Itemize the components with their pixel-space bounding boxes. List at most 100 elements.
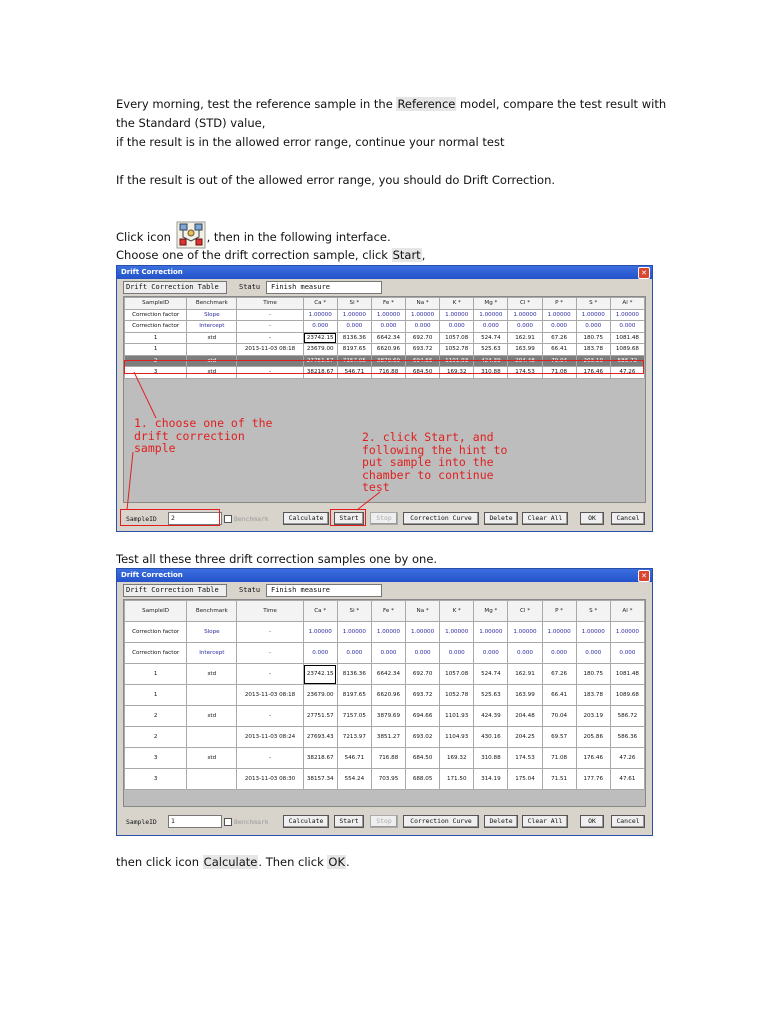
table-cell: 310.88 xyxy=(473,747,509,769)
column-header[interactable]: P * xyxy=(541,600,577,622)
table-cell: 694.66 xyxy=(405,705,441,727)
status-label: Statu xyxy=(239,586,261,594)
calculate-highlight: Calculate xyxy=(202,855,259,869)
table-cell: - xyxy=(236,642,304,664)
table-cell: 169.32 xyxy=(439,747,475,769)
table-cell: 203.19 xyxy=(575,705,611,727)
column-header[interactable]: Mg * xyxy=(473,600,509,622)
correction-curve-button[interactable]: Correction Curve xyxy=(403,815,479,828)
table-cell: 0.000 xyxy=(507,642,543,664)
calculate-button[interactable]: Calculate xyxy=(283,815,329,828)
table-cell xyxy=(186,684,238,706)
table-cell: 3851.27 xyxy=(370,726,407,748)
table-cell: 204.25 xyxy=(507,726,543,748)
table-cell: 0.000 xyxy=(575,642,611,664)
table-cell: 1089.68 xyxy=(609,684,646,706)
column-header[interactable]: Al * xyxy=(609,600,646,622)
benchmark-checkbox[interactable] xyxy=(224,818,232,826)
table-cell: Correction factor xyxy=(123,621,188,643)
table-cell: 205.86 xyxy=(575,726,611,748)
stop-button[interactable]: Stop xyxy=(370,815,398,828)
column-header[interactable]: Si * xyxy=(336,600,372,622)
table-cell: 23742.15 xyxy=(302,663,338,685)
table-cell: 1.00000 xyxy=(405,621,441,643)
column-header[interactable]: Cl * xyxy=(507,600,543,622)
table-cell: 2 xyxy=(123,705,188,727)
table-cell: - xyxy=(236,663,304,685)
table-cell: 0.000 xyxy=(473,642,509,664)
table-cell: 1.00000 xyxy=(370,621,407,643)
table-cell: 2013-11-03 08:24 xyxy=(236,726,304,748)
table-cell: 0.000 xyxy=(541,642,577,664)
table-cell: 1 xyxy=(123,684,188,706)
table-cell: 180.75 xyxy=(575,663,611,685)
column-header[interactable]: Time xyxy=(236,600,304,622)
annotation-step-1: 1. choose one of the drift correction sa… xyxy=(134,416,273,455)
outro-line: then click icon Calculate. Then click OK… xyxy=(116,855,350,869)
table-cell: 693.72 xyxy=(405,684,441,706)
column-header[interactable]: SampleID xyxy=(123,600,188,622)
table-cell: 8197.65 xyxy=(336,684,372,706)
table-cell: 3 xyxy=(123,747,188,769)
data-grid: SampleID Benchmark Time Ca * Si * Fe * Na * K *… xyxy=(123,599,646,807)
table-cell: Correction factor xyxy=(123,642,188,664)
drift-correction-window-2: Drift Correction ✕ Drift Correction Tabl… xyxy=(116,568,653,836)
table-cell: 47.61 xyxy=(609,768,646,790)
tab-drift-correction-table[interactable]: Drift Correction Table xyxy=(123,584,227,597)
cancel-button[interactable]: Cancel xyxy=(611,815,645,828)
status-value: Finish measure xyxy=(266,584,382,597)
table-cell: 1057.08 xyxy=(439,663,475,685)
clear-all-button[interactable]: Clear All xyxy=(522,815,568,828)
table-cell: 525.63 xyxy=(473,684,509,706)
table-cell: 0.000 xyxy=(336,642,372,664)
column-header[interactable]: S * xyxy=(575,600,611,622)
ok-button[interactable]: OK xyxy=(580,815,604,828)
table-cell: 430.16 xyxy=(473,726,509,748)
table-row[interactable]: Correction factor Slope -1.00000 1.00000 1.0… xyxy=(123,621,646,643)
table-cell: 1104.93 xyxy=(439,726,475,748)
close-icon[interactable]: ✕ xyxy=(638,570,650,582)
table-cell: 1.00000 xyxy=(302,621,338,643)
table-cell: 175.04 xyxy=(507,768,543,790)
benchmark-label: Benchmark xyxy=(234,818,269,826)
table-row[interactable]: 2 2013-11-03 08:24 27693.43 7213.97 3851.27 6… xyxy=(123,726,646,748)
table-cell: std xyxy=(186,705,238,727)
table-row[interactable]: 3 std -38218.67 546.71 716.88 684.50 169.32 310… xyxy=(123,747,646,769)
table-cell: 66.41 xyxy=(541,684,577,706)
sample-id-label: SampleID xyxy=(126,818,157,826)
table-cell: 2 xyxy=(123,726,188,748)
table-cell: 176.46 xyxy=(575,747,611,769)
table-cell: - xyxy=(236,705,304,727)
column-header[interactable]: Na * xyxy=(405,600,441,622)
table-cell: 6642.34 xyxy=(370,663,407,685)
table-row[interactable]: 1 2013-11-03 08:18 23679.00 8197.65 6620.96 6… xyxy=(123,684,646,706)
table-cell: 1.00000 xyxy=(336,621,372,643)
table-cell: 70.04 xyxy=(541,705,577,727)
table-cell: 3879.69 xyxy=(370,705,407,727)
table-row[interactable]: Correction factor Intercept -0.000 0.000 0.0… xyxy=(123,642,646,664)
table-cell: 2013-11-03 08:18 xyxy=(236,684,304,706)
table-row[interactable]: 3 2013-11-03 08:30 38157.34 554.24 703.95 688… xyxy=(123,768,646,790)
column-header[interactable]: Benchmark xyxy=(186,600,238,622)
table-row[interactable]: 1 std -23742.15 8136.36 6642.34 692.70 1057.08… xyxy=(123,663,646,685)
start-button[interactable]: Start xyxy=(334,815,364,828)
sample-id-input[interactable]: 1 xyxy=(168,815,222,828)
table-cell: 69.57 xyxy=(541,726,577,748)
column-header[interactable]: Fe * xyxy=(370,600,407,622)
table-cell: 47.26 xyxy=(609,747,646,769)
table-cell: 1.00000 xyxy=(473,621,509,643)
table-header-row: SampleID Benchmark Time Ca * Si * Fe * Na * K *… xyxy=(123,600,646,622)
table-cell: 204.48 xyxy=(507,705,543,727)
column-header[interactable]: Ca * xyxy=(302,600,338,622)
table-cell: 586.36 xyxy=(609,726,646,748)
table-cell: 71.51 xyxy=(541,768,577,790)
table-cell: 1.00000 xyxy=(575,621,611,643)
table-cell: 684.50 xyxy=(405,747,441,769)
ok-highlight: OK xyxy=(327,855,346,869)
table-cell: 3 xyxy=(123,768,188,790)
delete-button[interactable]: Delete xyxy=(484,815,518,828)
table-row[interactable]: 2 std -27751.57 7157.05 3879.69 694.66 1101.93… xyxy=(123,705,646,727)
table-cell: 1 xyxy=(123,663,188,685)
column-header[interactable]: K * xyxy=(439,600,475,622)
table-cell: std xyxy=(186,747,238,769)
